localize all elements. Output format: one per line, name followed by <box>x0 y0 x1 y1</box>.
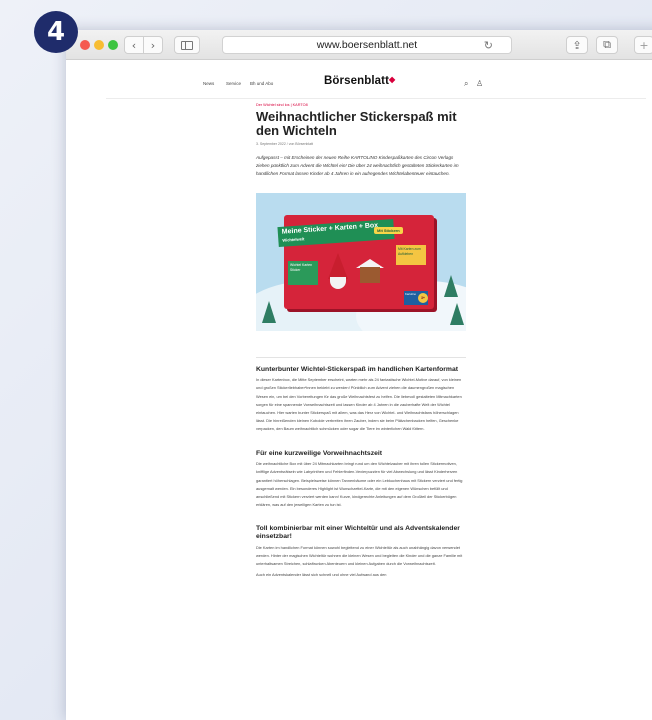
site-logo[interactable]: Börsenblatt◆ <box>324 75 395 87</box>
house-icon <box>360 266 380 283</box>
gnome-icon <box>328 252 348 279</box>
section-text: Auch ein Adventskalender lässt sich schn… <box>256 572 387 578</box>
plus-icon: + <box>639 38 649 52</box>
share-button[interactable]: ⇪ <box>566 36 588 54</box>
age-badge: 3+ <box>418 292 428 303</box>
article-headline: Weihnachtlicher Stickerspaß mit den Wich… <box>256 109 457 138</box>
reload-icon[interactable]: ↻ <box>484 39 493 52</box>
web-page: News Service Bh und Abo Börsenblatt◆ ⌕ ♙… <box>66 60 652 720</box>
tree-icon <box>444 274 458 297</box>
box-badge: Mit Stickern <box>374 226 403 234</box>
sidebar-toggle-button[interactable] <box>174 36 200 54</box>
new-tab-button[interactable]: + <box>634 36 652 54</box>
article-meta: 3. September 2022 / von Börsenblatt <box>256 142 314 146</box>
tree-icon <box>262 300 276 323</box>
nav-link-news[interactable]: News <box>203 81 214 86</box>
minimize-window-button[interactable] <box>94 40 104 50</box>
section-text: Die Karten im handlichen Format können s… <box>256 544 463 567</box>
step-number-badge: 4 <box>34 11 78 53</box>
article-kicker[interactable]: Der Wichtel sind los | KARTO8 <box>256 103 466 107</box>
sidebar-icon <box>181 40 193 50</box>
section-text: Die weihnachtliche Box mit über 24 Mitma… <box>256 461 463 508</box>
section-heading: Kunterbunter Wichtel-Stickerspaß im hand… <box>256 365 458 373</box>
site-header: News Service Bh und Abo Börsenblatt◆ ⌕ ♙ <box>66 74 652 96</box>
user-icon[interactable]: ♙ <box>476 79 483 88</box>
article-hero-image: Meine Sticker + Karten + Box Wichtelwelt… <box>256 192 466 331</box>
search-icon[interactable]: ⌕ <box>464 79 468 89</box>
article-lead: Aufgepasst – mit Erscheinen der neuen Re… <box>256 155 459 177</box>
logo-mark-icon: ◆ <box>389 75 396 84</box>
chevron-right-icon: › <box>150 38 156 52</box>
section-divider <box>256 356 466 358</box>
address-bar[interactable]: www.boersenblatt.net ↻ <box>222 36 512 54</box>
box-green-label: Wichtel Karten Sticker <box>288 260 318 285</box>
fullscreen-window-button[interactable] <box>108 40 118 50</box>
tree-icon <box>450 302 464 325</box>
tabs-icon: ⧉ <box>603 38 611 51</box>
nav-link-abo[interactable]: Bh und Abo <box>250 81 273 86</box>
share-icon: ⇪ <box>572 38 582 52</box>
site-logo-text: Börsenblatt <box>324 75 389 87</box>
section-heading: Für eine kurzweilige Vorweihnachtszeit <box>256 449 383 457</box>
article: Der Wichtel sind los | KARTO8 Weihnachtl… <box>256 100 466 579</box>
header-divider <box>106 98 646 99</box>
tab-overview-button[interactable]: ⧉ <box>596 36 618 54</box>
section-text: In dieser Kartenbox, die Mitte September… <box>256 377 462 432</box>
back-button[interactable]: ‹ <box>124 36 144 54</box>
chevron-left-icon: ‹ <box>131 38 137 52</box>
forward-button[interactable]: › <box>143 36 163 54</box>
browser-window: ‹ › www.boersenblatt.net ↻ ⇪ ⧉ + News Se… <box>66 30 652 720</box>
nav-link-service[interactable]: Service <box>226 81 241 86</box>
close-window-button[interactable] <box>80 40 90 50</box>
section-heading: Toll kombinierbar mit einer Wichteltür u… <box>256 525 460 541</box>
box-yellow-label: Mit Karten zum Aufkleben <box>396 244 426 265</box>
browser-toolbar: ‹ › www.boersenblatt.net ↻ ⇪ ⧉ + <box>66 30 652 60</box>
url-text: www.boersenblatt.net <box>316 39 418 51</box>
